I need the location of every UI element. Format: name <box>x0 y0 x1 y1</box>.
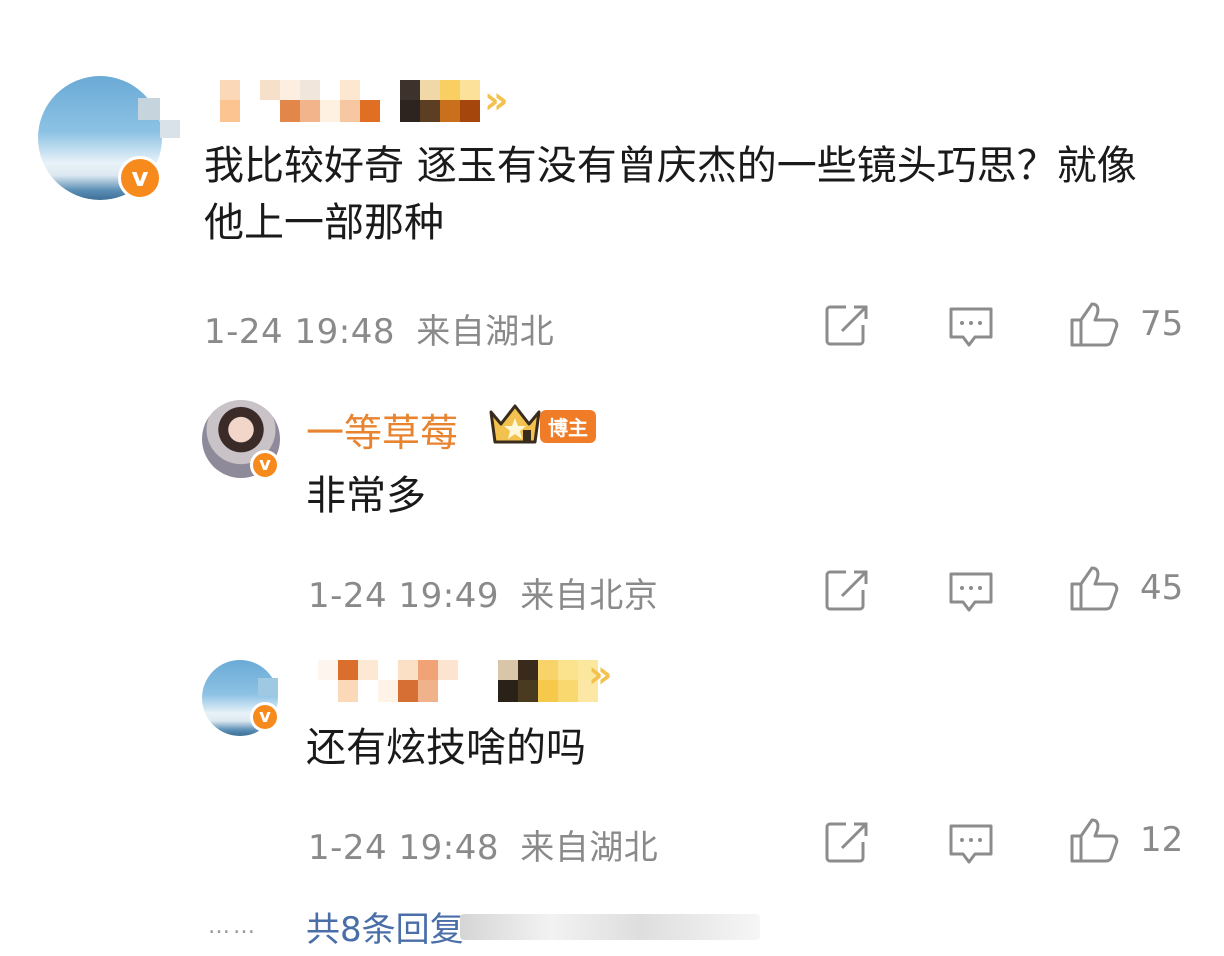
comment-meta: 1-24 19:48 来自湖北 <box>204 304 554 353</box>
avatar-mosaic-corner <box>160 120 180 138</box>
comment-icon[interactable] <box>947 305 995 349</box>
blogger-badge: 博主 <box>540 410 596 443</box>
like-count: 45 <box>1140 568 1184 608</box>
comment-time: 1-24 19:48 <box>308 828 499 868</box>
verified-icon: v <box>250 702 280 732</box>
like-icon[interactable] <box>1068 564 1120 612</box>
comment-location: 来自湖北 <box>416 312 555 352</box>
comment-location: 来自湖北 <box>520 828 659 868</box>
more-replies-link[interactable]: 共8条回复 <box>306 902 464 951</box>
verified-icon: v <box>250 450 280 480</box>
chevron-right-icon: » <box>484 78 509 122</box>
comment-time: 1-24 19:49 <box>308 576 499 616</box>
like-count: 12 <box>1140 820 1184 860</box>
avatar-mosaic-corner <box>258 678 278 696</box>
username[interactable]: 一等草莓 <box>306 402 458 457</box>
share-icon[interactable] <box>824 820 870 864</box>
divider-dots: …… <box>208 914 258 939</box>
chevron-right-icon: » <box>588 652 613 696</box>
username-blurred-row2 <box>318 680 598 702</box>
username-blurred[interactable] <box>318 660 598 682</box>
comment-location: 来自北京 <box>520 576 659 616</box>
share-icon[interactable] <box>824 568 870 612</box>
comment-meta: 1-24 19:49 来自北京 <box>308 568 658 617</box>
comment-time: 1-24 19:48 <box>204 312 395 352</box>
comment-text: 还有炫技啥的吗 <box>306 725 586 771</box>
username-blurred-row2 <box>220 100 480 122</box>
verified-icon: v <box>118 156 162 200</box>
like-icon[interactable] <box>1068 300 1120 348</box>
share-icon[interactable] <box>824 303 870 347</box>
comment-meta: 1-24 19:48 来自湖北 <box>308 820 658 869</box>
comment-text: 我比较好奇 逐玉有没有曾庆杰的一些镜头巧思？就像他上一部那种 <box>204 143 1137 246</box>
avatar-mosaic-corner <box>138 98 160 120</box>
crown-icon <box>489 404 541 444</box>
like-icon[interactable] <box>1068 816 1120 864</box>
comment-icon[interactable] <box>947 570 995 614</box>
comment-icon[interactable] <box>947 822 995 866</box>
username-blurred[interactable] <box>220 80 480 102</box>
comment-text: 非常多 <box>306 473 426 519</box>
watermark <box>460 914 760 940</box>
like-count: 75 <box>1140 304 1184 344</box>
